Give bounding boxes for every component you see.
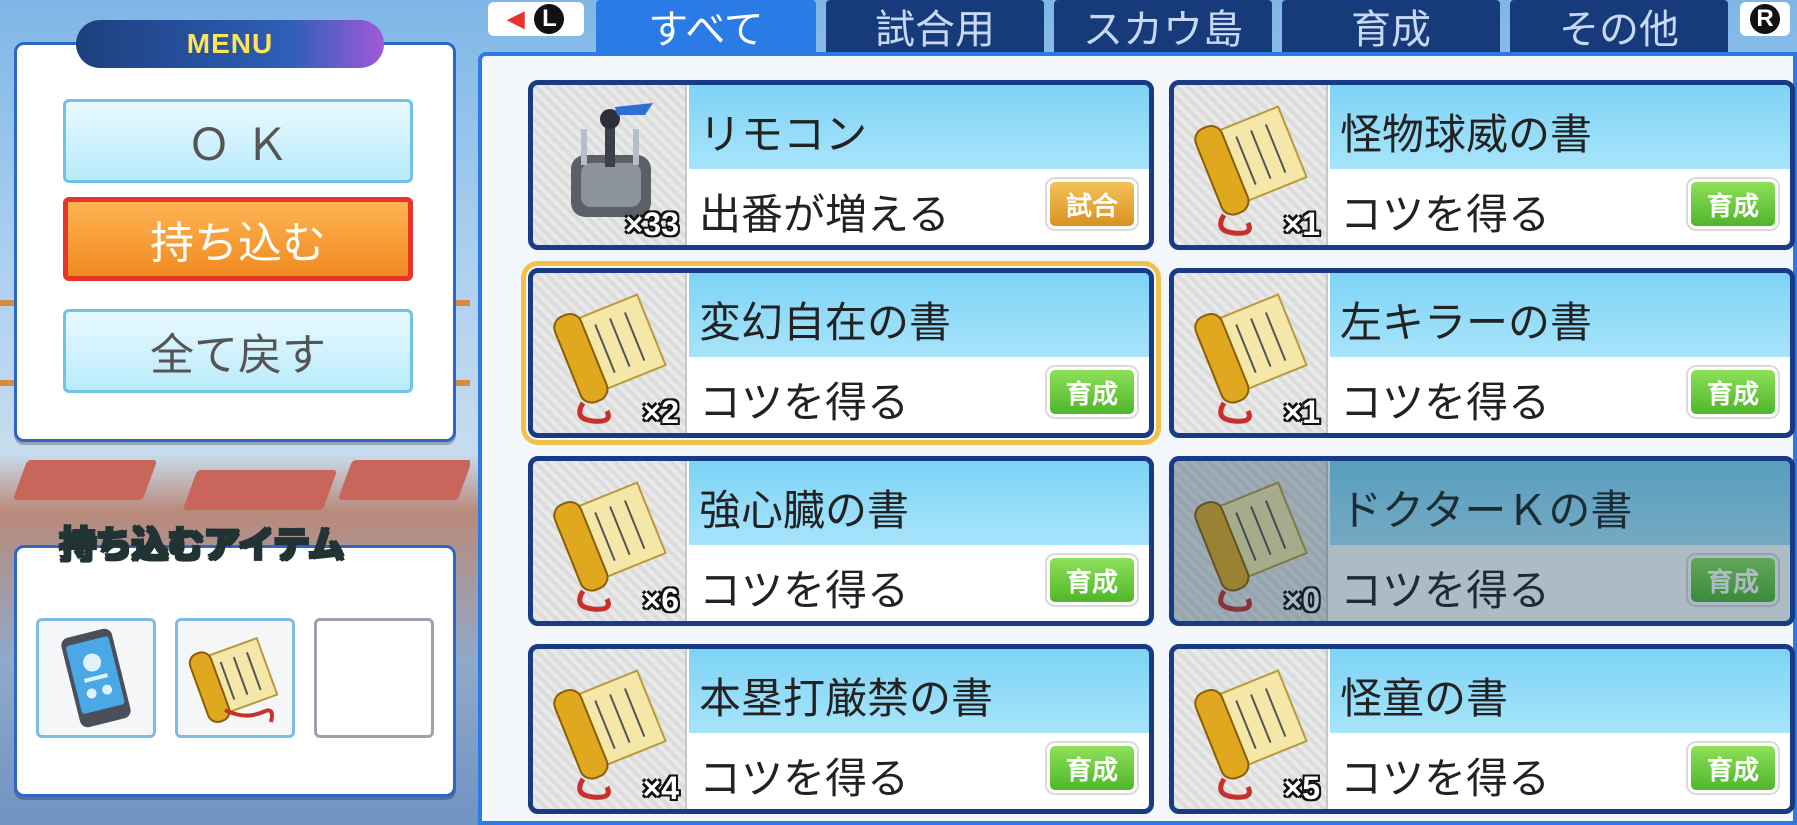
carry-slot-2[interactable] (175, 618, 295, 738)
item-icon-box: ×4 (533, 649, 687, 809)
category-badge: 育成 (1688, 743, 1778, 793)
tab-scout-island[interactable]: スカウ島 (1054, 0, 1272, 53)
category-badge: 育成 (1047, 743, 1137, 793)
disabled-overlay (1174, 461, 1790, 621)
item-effect: コツを得る (699, 566, 910, 615)
next-tab-button[interactable]: R (1740, 2, 1790, 36)
item-icon-box: ×33 (533, 85, 687, 245)
item-count: ×1 (1283, 206, 1320, 242)
prev-tab-button[interactable]: ◀ L (488, 2, 584, 36)
tab-all[interactable]: すべて (596, 0, 816, 53)
item-count: ×4 (642, 770, 679, 806)
item-effect: コツを得る (699, 754, 910, 803)
item-effect: コツを得る (1340, 190, 1551, 239)
item-icon-box: ×1 (1174, 85, 1328, 245)
menu-title: MENU (76, 20, 384, 68)
carry-slot-1[interactable] (36, 618, 156, 738)
item-card[interactable]: ×4 本塁打厳禁の書 コツを得る 育成 (528, 644, 1154, 814)
carry-in-button[interactable]: 持ち込む (63, 197, 413, 281)
item-card[interactable]: ×1 怪物球威の書 コツを得る 育成 (1169, 80, 1795, 250)
item-card[interactable]: ×33 リモコン 出番が増える 試合 (528, 80, 1154, 250)
tab-training[interactable]: 育成 (1282, 0, 1500, 53)
carry-items-title: 持ち込むアイテム (59, 524, 345, 567)
category-badge: 育成 (1688, 179, 1778, 229)
item-card[interactable]: ×6 強心臓の書 コツを得る 育成 (528, 456, 1154, 626)
item-count: ×33 (624, 206, 679, 242)
item-icon-box: ×5 (1174, 649, 1328, 809)
item-name: 強心臓の書 (699, 486, 910, 535)
item-name: 本塁打厳禁の書 (699, 674, 994, 723)
item-count: ×6 (642, 582, 679, 618)
scroll-item-icon (188, 636, 279, 724)
ok-button[interactable]: Ｏ Ｋ (63, 99, 413, 183)
item-name: 怪物球威の書 (1340, 110, 1593, 159)
category-badge: 育成 (1688, 367, 1778, 417)
item-name: 怪童の書 (1340, 674, 1509, 723)
item-effect: コツを得る (1340, 378, 1551, 427)
item-effect: 出番が増える (699, 190, 950, 239)
l-key: L (534, 4, 565, 34)
item-effect: コツを得る (1340, 754, 1551, 803)
item-icon-box: ×2 (533, 273, 687, 433)
item-name: 変幻自在の書 (699, 298, 952, 347)
category-badge: 育成 (1047, 555, 1137, 605)
menu-panel: Ｏ Ｋ 持ち込む 全て戻す (14, 42, 456, 442)
item-card[interactable]: ×5 怪童の書 コツを得る 育成 (1169, 644, 1795, 814)
phone-item-icon (61, 628, 131, 728)
item-name: リモコン (699, 110, 868, 159)
item-effect: コツを得る (699, 378, 910, 427)
item-count: ×1 (1283, 394, 1320, 430)
item-icon-box: ×6 (533, 461, 687, 621)
item-card-disabled[interactable]: ×0 ドクターＫの書 コツを得る 育成 (1169, 456, 1795, 626)
carry-slot-3-empty[interactable] (314, 618, 434, 738)
tab-game[interactable]: 試合用 (826, 0, 1044, 53)
item-count: ×2 (642, 394, 679, 430)
category-badge: 育成 (1047, 367, 1137, 417)
item-name: 左キラーの書 (1340, 298, 1593, 347)
r-key: R (1750, 4, 1780, 34)
left-arrow-icon: ◀ (507, 6, 525, 31)
category-badge: 試合 (1047, 179, 1137, 229)
item-count: ×5 (1283, 770, 1320, 806)
item-card-selected[interactable]: ×2 変幻自在の書 コツを得る 育成 (521, 261, 1161, 445)
tab-other[interactable]: その他 (1510, 0, 1728, 53)
item-icon-box: ×1 (1174, 273, 1328, 433)
return-all-button[interactable]: 全て戻す (63, 309, 413, 393)
item-card[interactable]: ×1 左キラーの書 コツを得る 育成 (1169, 268, 1795, 438)
